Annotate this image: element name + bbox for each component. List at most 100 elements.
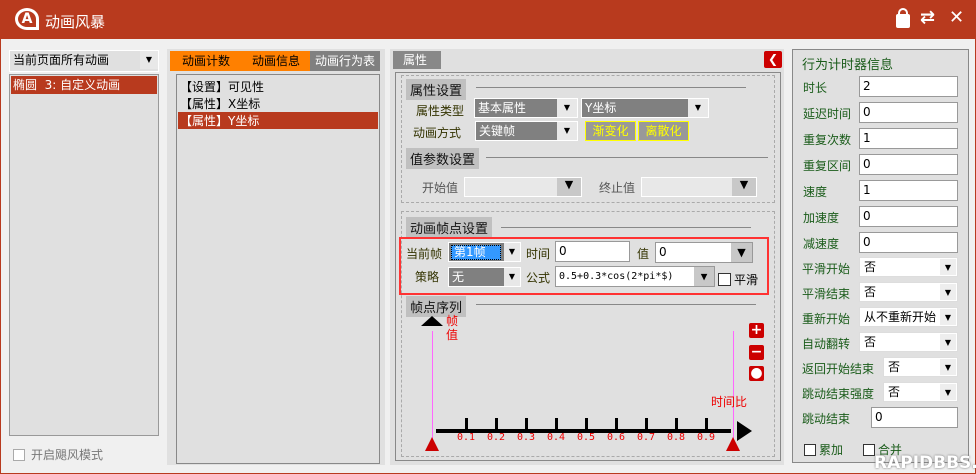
watermark: RAPIDBBS.CN bbox=[874, 453, 976, 473]
anim-mode-select[interactable]: 关键帧 ▼ bbox=[475, 121, 578, 141]
timer-field-input[interactable]: 0 bbox=[859, 102, 958, 123]
bounce-end-label: 跳动结束 bbox=[802, 412, 851, 426]
x-tick-label: 0.6 bbox=[607, 432, 626, 443]
keyframe-marker[interactable] bbox=[726, 437, 740, 451]
end-value-combo[interactable]: ▼ bbox=[641, 177, 757, 197]
discrete-button[interactable]: 离散化 bbox=[638, 121, 689, 141]
checkbox[interactable] bbox=[804, 443, 816, 456]
keyframe-marker[interactable] bbox=[425, 437, 439, 451]
divider bbox=[476, 87, 746, 88]
timer-select-value: 从不重新开始 bbox=[864, 310, 937, 324]
x-tick-label: 0.3 bbox=[517, 432, 536, 443]
timer-select-label: 自动翻转 bbox=[802, 337, 851, 351]
list-item[interactable]: 椭圆 3: 自定义动画 bbox=[11, 76, 157, 94]
timer-select-value: 否 bbox=[864, 260, 877, 274]
lock-icon[interactable] bbox=[896, 8, 910, 28]
gradient-button[interactable]: 渐变化 bbox=[585, 121, 636, 141]
x-axis-tick bbox=[495, 418, 498, 430]
timer-select[interactable]: 否 ▼ bbox=[859, 332, 958, 352]
start-value-label: 开始值 bbox=[422, 181, 459, 195]
timer-field-input[interactable]: 1 bbox=[859, 180, 958, 201]
value-combo[interactable]: 0 ▼ bbox=[655, 242, 753, 263]
timer-select[interactable]: 从不重新开始 ▼ bbox=[859, 307, 958, 327]
value-label: 值 bbox=[637, 247, 650, 261]
timer-select[interactable]: 否 ▼ bbox=[859, 257, 958, 277]
end-value-label: 终止值 bbox=[599, 181, 636, 195]
chevron-down-icon: ▼ bbox=[940, 309, 956, 325]
behavior-list[interactable]: 【设置】可见性 【属性】X坐标 【属性】Y坐标 bbox=[176, 74, 380, 464]
timer-field-input[interactable]: 2 bbox=[859, 76, 958, 97]
value-section-title: 值参数设置 bbox=[406, 148, 480, 169]
reset-keyframe-icon[interactable]: ● bbox=[749, 366, 764, 381]
start-value-combo[interactable]: ▼ bbox=[464, 177, 582, 197]
timer-field-label: 加速度 bbox=[803, 211, 840, 225]
x-axis-label: 时间比 bbox=[711, 395, 748, 409]
attr-type-label: 属性类型 bbox=[416, 104, 465, 118]
timer-title: 行为计时器信息 bbox=[802, 58, 894, 73]
scope-value: 当前页面所有动画 bbox=[13, 53, 110, 67]
chevron-down-icon: ▼ bbox=[557, 178, 581, 196]
timer-select-label: 跳动结束强度 bbox=[802, 387, 875, 401]
y-axis-label: 帧值 bbox=[446, 314, 459, 342]
keyframe-section-title: 动画帧点设置 bbox=[406, 217, 493, 238]
timer-field-label: 时长 bbox=[803, 81, 828, 95]
checkbox[interactable] bbox=[718, 273, 731, 286]
chevron-down-icon: ▼ bbox=[694, 267, 714, 286]
window-title: 动画风暴 bbox=[45, 13, 106, 31]
bounce-end-input[interactable]: 0 bbox=[871, 407, 958, 428]
animation-list[interactable]: 椭圆 3: 自定义动画 bbox=[9, 74, 159, 436]
anim-mode-label: 动画方式 bbox=[413, 126, 462, 140]
y-axis-arrow-icon bbox=[421, 316, 443, 326]
list-item[interactable]: 【设置】可见性 bbox=[178, 78, 378, 95]
formula-combo[interactable]: 0.5+0.3*cos(2*pi*$) ▼ bbox=[555, 266, 715, 287]
app-logo-icon: A bbox=[15, 8, 39, 30]
add-keyframe-icon[interactable]: + bbox=[749, 323, 764, 338]
checkbox[interactable] bbox=[13, 448, 25, 461]
time-input[interactable]: 0 bbox=[555, 241, 630, 262]
timer-field-input[interactable]: 0 bbox=[859, 232, 958, 253]
x-tick-label: 0.7 bbox=[637, 432, 656, 443]
animation-scope-select[interactable]: 当前页面所有动画 ▼ bbox=[9, 50, 159, 72]
smooth-checkbox[interactable]: 平滑 bbox=[718, 271, 758, 288]
x-axis-tick bbox=[525, 418, 528, 430]
timer-select-label: 平滑开始 bbox=[802, 262, 851, 276]
remove-keyframe-icon[interactable]: − bbox=[749, 345, 764, 360]
timer-select-value: 否 bbox=[888, 385, 901, 399]
anim-mode-value: 关键帧 bbox=[479, 124, 516, 138]
timer-select[interactable]: 否 ▼ bbox=[859, 282, 958, 302]
value-value: 0 bbox=[659, 245, 667, 259]
back-icon[interactable]: ❮ bbox=[764, 51, 782, 68]
timer-select[interactable]: 否 ▼ bbox=[883, 382, 958, 402]
attr-type-select[interactable]: 基本属性 ▼ bbox=[474, 98, 578, 118]
timer-field-input[interactable]: 0 bbox=[859, 206, 958, 227]
strategy-select[interactable]: 无 ▼ bbox=[448, 267, 521, 287]
tab-animation-info[interactable]: 动画信息 bbox=[242, 51, 310, 71]
list-item[interactable]: 【属性】X坐标 bbox=[178, 95, 378, 112]
tab-behavior-table[interactable]: 动画行为表 bbox=[310, 51, 380, 71]
chevron-down-icon: ▼ bbox=[940, 334, 956, 350]
attr-sub-select[interactable]: Y坐标 ▼ bbox=[581, 98, 709, 118]
keyframe-chart[interactable]: 帧值 时间比 0.1 0.2 0.3 0.4 0.5 0.6 0.7 0.8 0.9 + − ● bbox=[421, 311, 766, 456]
attr-sub-value: Y坐标 bbox=[585, 101, 617, 115]
attr-section-title: 属性设置 bbox=[406, 79, 467, 100]
timer-field-input[interactable]: 0 bbox=[859, 154, 958, 175]
x-axis-tick bbox=[585, 418, 588, 430]
hurricane-mode-checkbox[interactable]: 开启飓风模式 bbox=[13, 446, 103, 463]
x-tick-label: 0.9 bbox=[697, 432, 716, 443]
formula-label: 公式 bbox=[526, 271, 551, 285]
timer-field-input[interactable]: 1 bbox=[859, 128, 958, 149]
tab-animation-count[interactable]: 动画计数 bbox=[170, 51, 242, 71]
accumulate-checkbox[interactable]: 累加 bbox=[804, 441, 843, 458]
list-item[interactable]: 【属性】Y坐标 bbox=[178, 112, 378, 129]
accumulate-label: 累加 bbox=[819, 443, 844, 457]
x-axis-tick bbox=[555, 418, 558, 430]
x-axis-tick bbox=[615, 418, 618, 430]
current-frame-select[interactable]: 第1帧 ▼ bbox=[448, 242, 521, 262]
close-icon[interactable]: ✕ bbox=[949, 7, 964, 28]
chevron-down-icon: ▼ bbox=[940, 384, 956, 400]
sync-icon[interactable]: ⇄ bbox=[920, 7, 935, 28]
hurricane-mode-label: 开启飓风模式 bbox=[31, 448, 104, 462]
timer-select[interactable]: 否 ▼ bbox=[883, 357, 958, 377]
timer-select-label: 平滑结束 bbox=[802, 287, 851, 301]
timer-select-value: 否 bbox=[864, 335, 877, 349]
